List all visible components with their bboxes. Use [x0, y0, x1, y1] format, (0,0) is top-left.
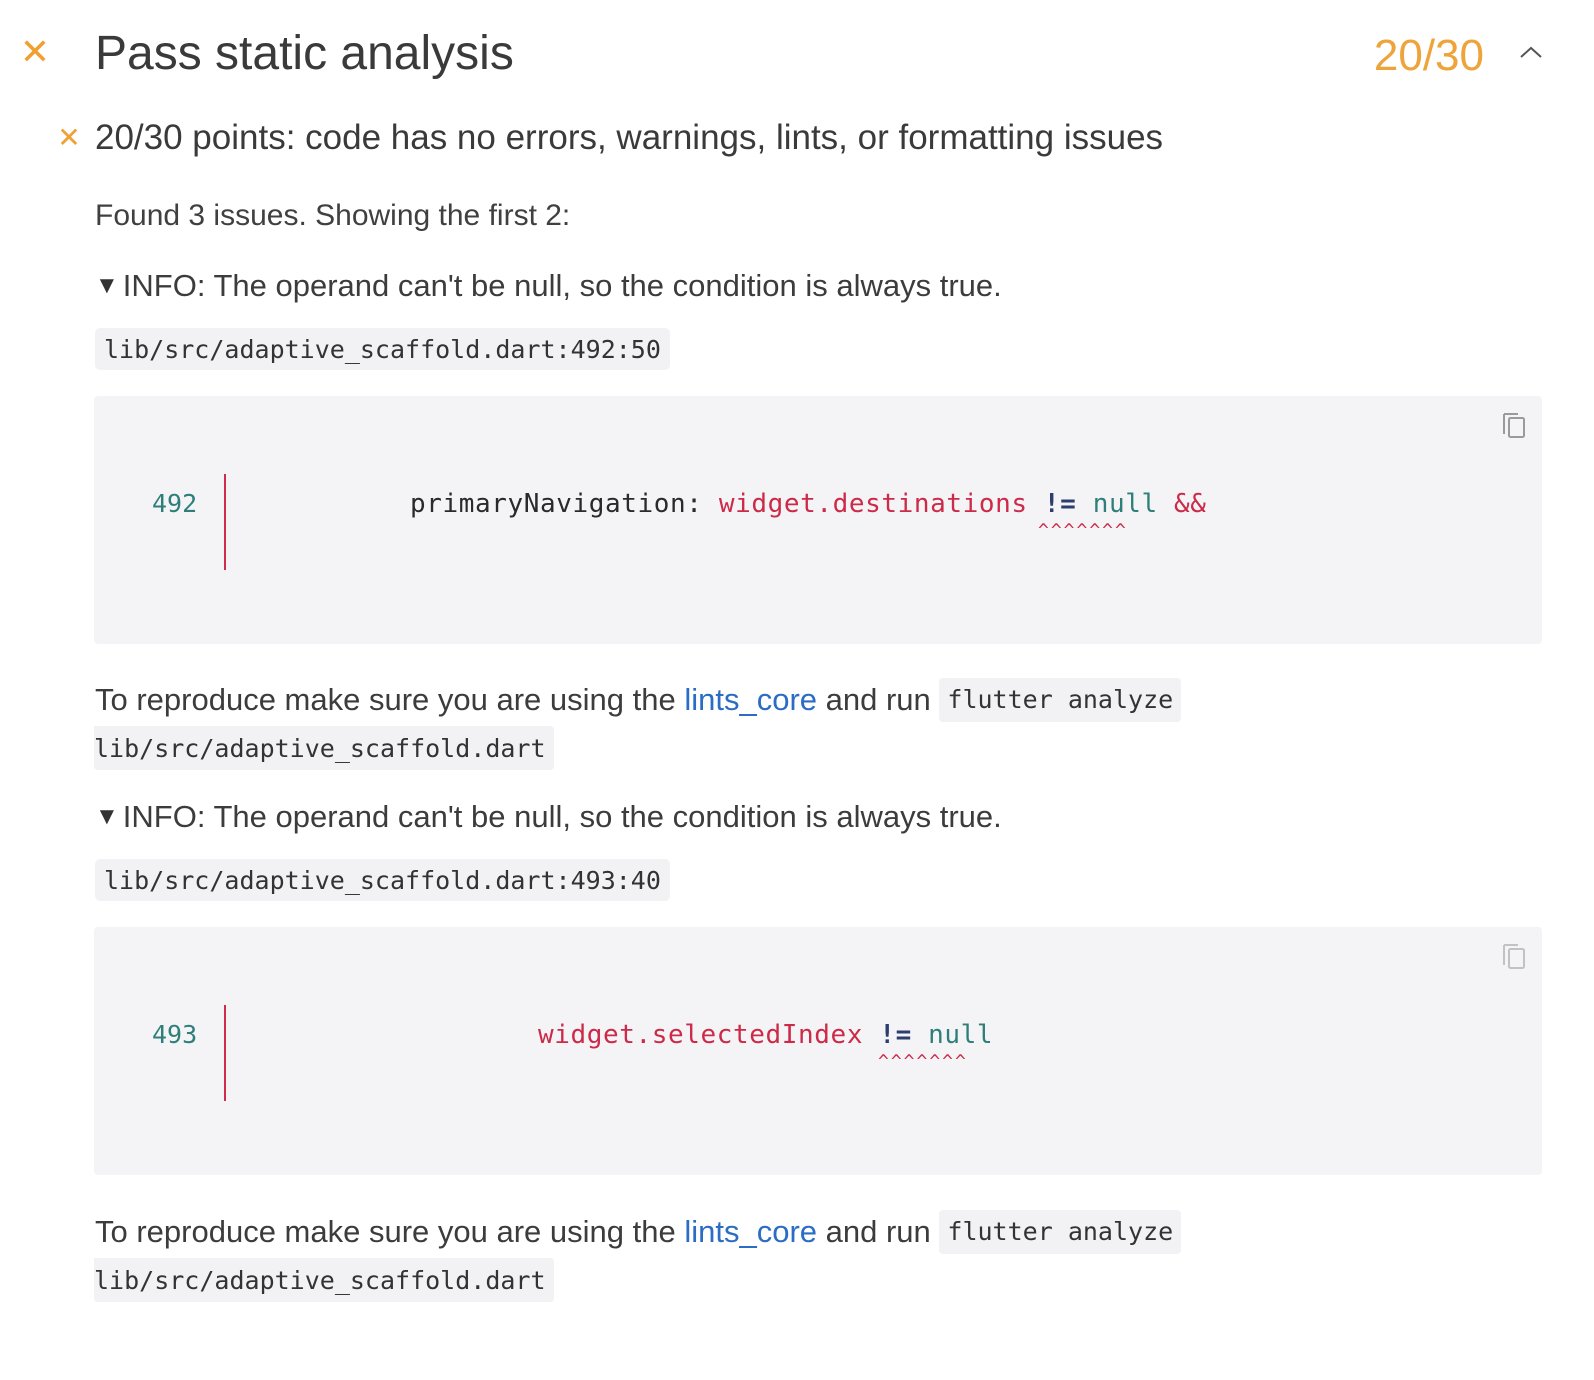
code-token: != — [879, 1020, 912, 1050]
close-icon: ✕ — [19, 31, 51, 72]
command-code: flutter analyze — [939, 1210, 1182, 1254]
gutter-marker — [224, 1005, 226, 1101]
copy-icon[interactable] — [1500, 939, 1528, 971]
code-token: null — [928, 1020, 994, 1050]
copy-icon[interactable] — [1500, 408, 1528, 440]
issue-summary[interactable]: ▼ INFO: The operand can't be null, so the… — [95, 797, 1002, 837]
code-line: primaryNavigation: widget.destinations !… — [410, 488, 1207, 520]
code-token: widget.selectedIndex — [538, 1020, 864, 1050]
code-line: widget.selectedIndex != null — [538, 1019, 993, 1051]
code-token: && — [1173, 489, 1207, 519]
issue-summary-text: INFO: The operand can't be null, so the … — [122, 268, 1002, 303]
code-snippet: 493 widget.selectedIndex != null ^^^^^^^ — [94, 927, 1542, 1175]
reproduce-instructions: To reproduce make sure you are using the… — [95, 678, 1182, 722]
issue-location: lib/src/adaptive_scaffold.dart:493:40 — [95, 859, 670, 901]
command-code: flutter analyze — [939, 678, 1182, 722]
reproduce-text: To reproduce make sure you are using the — [95, 682, 685, 717]
reproduce-text: To reproduce make sure you are using the — [95, 1214, 685, 1249]
issue-summary-text: INFO: The operand can't be null, so the … — [122, 799, 1002, 834]
reproduce-text: and run — [817, 682, 940, 717]
code-token: != — [1043, 489, 1077, 519]
issue-summary[interactable]: ▼ INFO: The operand can't be null, so the… — [95, 266, 1002, 306]
reproduce-instructions: To reproduce make sure you are using the… — [95, 1210, 1182, 1254]
close-icon: ✕ — [57, 122, 81, 153]
code-snippet: 492 primaryNavigation: widget.destinatio… — [94, 396, 1542, 644]
command-code: lib/src/adaptive_scaffold.dart — [94, 726, 554, 770]
issue-location: lib/src/adaptive_scaffold.dart:492:50 — [95, 328, 670, 370]
error-carets: ^^^^^^^ — [1038, 520, 1128, 541]
disclosure-triangle-icon: ▼ — [95, 272, 119, 299]
subsection-title: 20/30 points: code has no errors, warnin… — [95, 118, 1164, 157]
lints-core-link[interactable]: lints_core — [684, 682, 817, 717]
code-token: widget.destinations — [718, 489, 1028, 519]
disclosure-triangle-icon: ▼ — [95, 803, 119, 830]
line-number: 493 — [152, 1020, 198, 1049]
line-number: 492 — [152, 489, 198, 518]
section-score: 20/30 — [1373, 31, 1484, 80]
reproduce-text: and run — [817, 1214, 940, 1249]
lints-core-link[interactable]: lints_core — [684, 1214, 817, 1249]
chevron-up-icon[interactable] — [1516, 38, 1546, 68]
code-token: primaryNavigation: — [410, 489, 719, 519]
issues-found-text: Found 3 issues. Showing the first 2: — [95, 199, 571, 232]
error-carets: ^^^^^^^ — [878, 1051, 968, 1072]
command-code: lib/src/adaptive_scaffold.dart — [94, 1258, 554, 1302]
gutter-marker — [224, 474, 226, 570]
section-title: Pass static analysis — [95, 27, 514, 80]
code-token: null — [1092, 489, 1158, 519]
